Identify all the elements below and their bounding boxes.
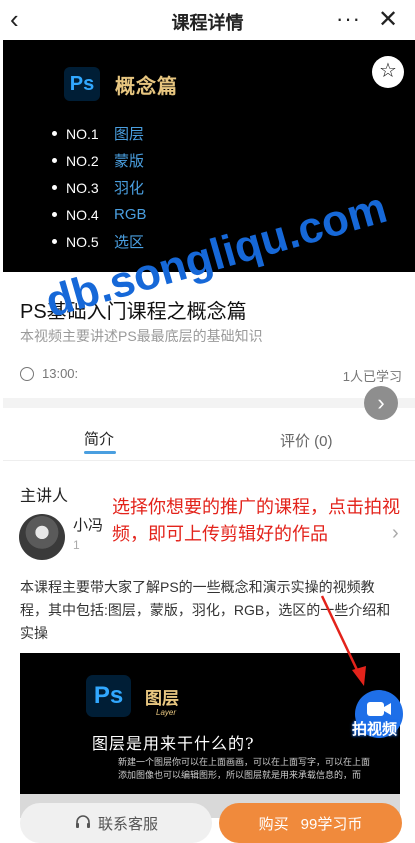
banner-title: 概念篇: [115, 76, 178, 98]
topic-list: NO.1 图层 NO.2 蒙版 NO.3 羽化 NO.4 RGB NO.5 选区: [52, 120, 147, 255]
preview-title: 图层: [145, 689, 179, 708]
lecturer-course-count: 1: [73, 538, 80, 552]
buy-button[interactable]: 购买 99学习币: [219, 803, 402, 843]
next-arrow-icon[interactable]: ›: [364, 386, 398, 420]
topic-item: NO.3 羽化: [52, 174, 147, 201]
course-subtitle: 本视频主要讲述PS最最底层的基础知识: [20, 328, 263, 344]
tab-intro[interactable]: 简介: [84, 428, 114, 449]
active-tab-indicator: [84, 451, 116, 454]
time-text: 13:00:: [42, 366, 79, 381]
contact-service-button[interactable]: 联系客服: [20, 803, 212, 843]
photoshop-logo: Ps: [64, 67, 100, 101]
section-divider: [3, 398, 415, 408]
more-icon[interactable]: ···: [336, 6, 361, 32]
topic-item: NO.1 图层: [52, 120, 147, 147]
contact-service-label: 联系客服: [97, 815, 158, 833]
close-icon[interactable]: ✕: [378, 5, 398, 34]
shoot-video-label[interactable]: 拍视频: [352, 718, 397, 739]
course-description: 本课程主要带大家了解PS的一些概念和演示实操的视频教程，其中包括:图层，蒙版，羽…: [20, 579, 391, 641]
topic-item: NO.2 蒙版: [52, 147, 147, 174]
course-time: 13:00:: [20, 366, 78, 381]
favorite-star-icon[interactable]: ☆: [372, 56, 404, 88]
tab-divider: [3, 460, 415, 461]
learner-count: 1人已学习: [342, 369, 402, 384]
preview-body-text: 新建一个图层你可以在上面画画，可以在上面写字，可以在上面添加图像也可以编辑图形，…: [118, 758, 371, 781]
annotation-text: 选择你想要的推广的课程，点击拍视频，即可上传剪辑好的作品: [112, 497, 400, 544]
topic-item: NO.4 RGB: [52, 201, 147, 228]
clock-icon: [20, 366, 34, 381]
photoshop-logo: Ps: [86, 675, 131, 717]
lecturer-name[interactable]: 小冯: [73, 514, 103, 535]
top-bar: ‹ 课程详情 ··· ✕: [0, 0, 415, 40]
buy-label: 购买: [258, 815, 289, 833]
tab-review[interactable]: 评价 (0): [280, 430, 333, 451]
preview-subtitle: Layer: [156, 708, 177, 717]
lecturer-label: 主讲人: [20, 488, 69, 505]
headset-icon: [75, 815, 90, 828]
preview-question: 图层是用来干什么的?: [92, 734, 255, 753]
topic-item: NO.5 选区: [52, 228, 147, 255]
price-label: 99学习币: [300, 815, 363, 833]
avatar[interactable]: [19, 514, 65, 560]
